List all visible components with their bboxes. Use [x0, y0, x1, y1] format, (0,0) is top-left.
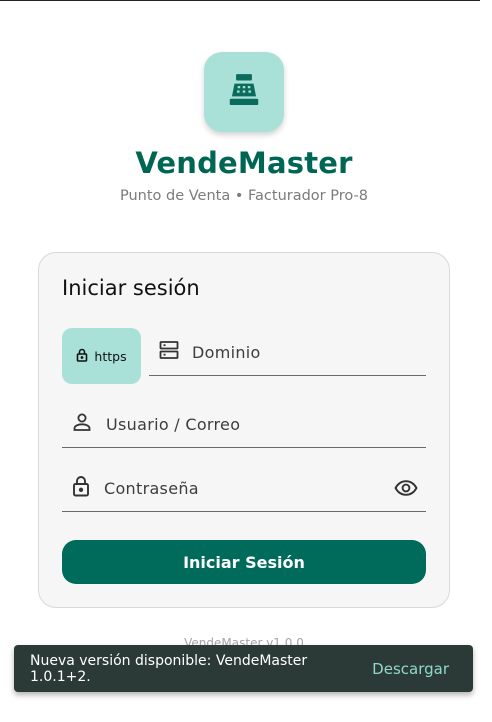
lock-icon	[72, 475, 90, 501]
password-underline	[62, 511, 426, 512]
snackbar-message: Nueva versión disponible: VendeMaster 1.…	[30, 652, 308, 685]
domain-underline	[149, 375, 426, 376]
server-icon	[159, 340, 179, 364]
domain-label: Dominio	[192, 342, 261, 362]
app-subtitle: Punto de Venta • Facturador Pro-8	[120, 188, 368, 204]
update-snackbar: Nueva versión disponible: VendeMaster 1.…	[14, 645, 473, 692]
cash-register-icon	[225, 71, 263, 113]
download-button[interactable]: Descargar	[372, 660, 449, 678]
user-label: Usuario / Correo	[106, 414, 241, 434]
login-button[interactable]: Iniciar Sesión	[62, 540, 426, 584]
protocol-selector[interactable]: https	[62, 328, 141, 384]
person-icon	[72, 412, 92, 436]
protocol-label: https	[94, 348, 127, 364]
password-field[interactable]: Contraseña	[62, 464, 426, 512]
lock-icon	[76, 348, 88, 365]
login-heading: Iniciar sesión	[62, 276, 200, 300]
user-field[interactable]: Usuario / Correo	[62, 400, 426, 448]
app-title: VendeMaster	[135, 146, 353, 180]
app-logo	[204, 52, 284, 132]
eye-icon[interactable]	[394, 476, 418, 504]
password-label: Contraseña	[104, 478, 199, 498]
user-underline	[62, 447, 426, 448]
top-divider	[0, 0, 480, 1]
domain-field[interactable]: Dominio	[149, 328, 426, 376]
